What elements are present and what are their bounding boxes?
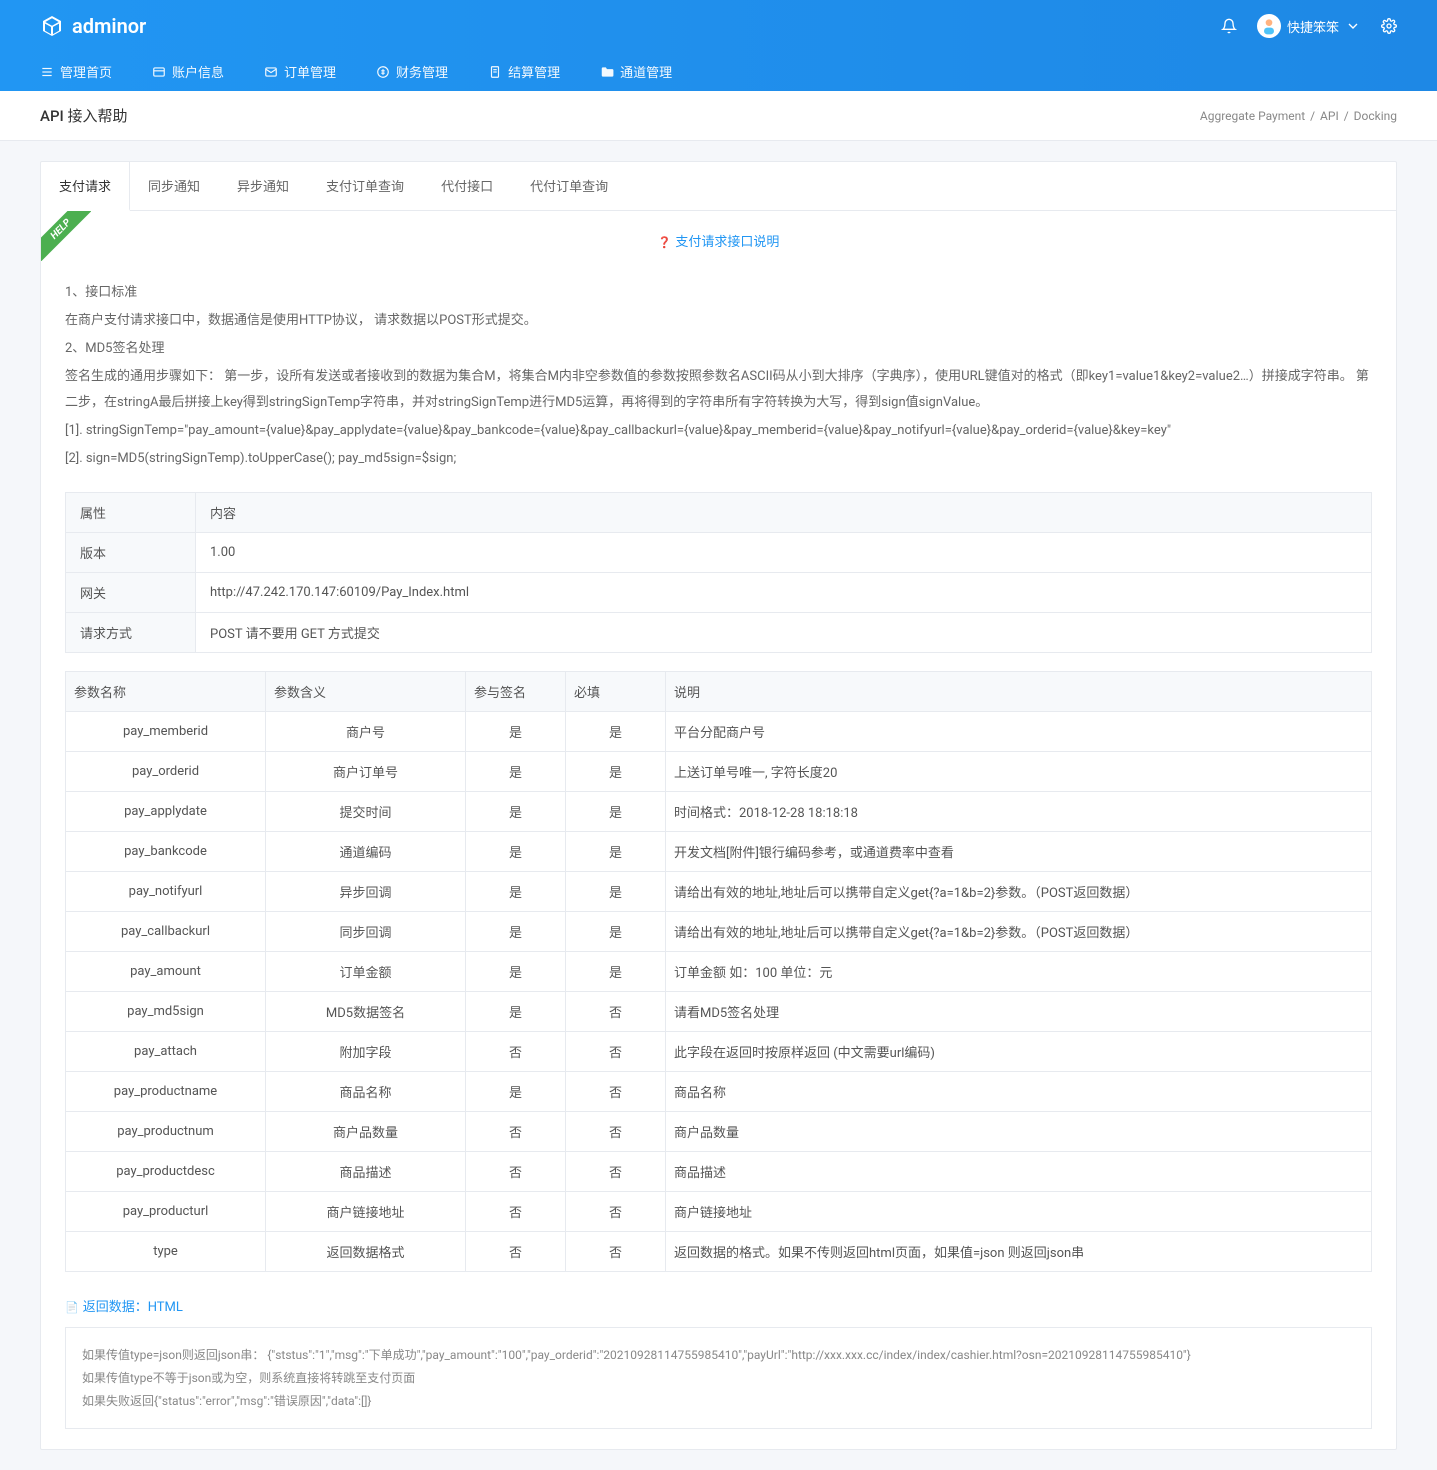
user-name: 快捷笨笨 <box>1287 17 1339 36</box>
tab-sync-notify[interactable]: 同步通知 <box>130 162 219 210</box>
description-block: 1、接口标准 在商户支付请求接口中，数据通信是使用HTTP协议， 请求数据以PO… <box>65 280 1372 472</box>
tab-pay-request[interactable]: 支付请求 <box>41 162 130 211</box>
app-header: adminor 快捷笨笨 管理首页 账户信息 订单管理 财务管理 结算管理 通道… <box>0 0 1437 91</box>
table-row: pay_applydate提交时间是是时间格式：2018-12-28 18:18… <box>66 792 1372 832</box>
return-data-label: 返回数据：HTML <box>65 1296 1372 1315</box>
page-title: API 接入帮助 <box>40 105 128 126</box>
table-row: pay_bankcode通道编码是是开发文档[附件]银行编码参考，或通道费率中查… <box>66 832 1372 872</box>
main-nav: 管理首页 账户信息 订单管理 财务管理 结算管理 通道管理 <box>0 52 1437 91</box>
table-row: pay_orderid商户订单号是是上送订单号唯一, 字符长度20 <box>66 752 1372 792</box>
table-row: pay_callbackurl同步回调是是请给出有效的地址,地址后可以携带自定义… <box>66 912 1372 952</box>
tab-daifu-query[interactable]: 代付订单查询 <box>512 162 627 210</box>
help-ribbon: HELP <box>41 211 91 261</box>
mail-icon <box>264 65 278 79</box>
nav-item-home[interactable]: 管理首页 <box>40 62 112 81</box>
params-table: 参数名称 参数含义 参与签名 必填 说明 pay_memberid商户号是是平台… <box>65 671 1372 1272</box>
nav-item-orders[interactable]: 订单管理 <box>264 62 336 81</box>
tab-async-notify[interactable]: 异步通知 <box>219 162 308 210</box>
avatar <box>1257 14 1281 38</box>
brand-text: adminor <box>72 14 146 38</box>
cube-icon <box>40 14 64 38</box>
return-data-box: 如果传值type=json则返回json串： {"ststus":"1","ms… <box>65 1327 1372 1429</box>
doc-icon <box>488 65 502 79</box>
table-row: pay_amount订单金额是是订单金额 如：100 单位：元 <box>66 952 1372 992</box>
info-table: 属性内容 版本1.00 网关http://47.242.170.147:6010… <box>65 492 1372 653</box>
table-row: pay_notifyurl异步回调是是请给出有效的地址,地址后可以携带自定义ge… <box>66 872 1372 912</box>
table-row: pay_memberid商户号是是平台分配商户号 <box>66 712 1372 752</box>
table-row: pay_producturl商户链接地址否否商户链接地址 <box>66 1192 1372 1232</box>
main-card: 支付请求 同步通知 异步通知 支付订单查询 代付接口 代付订单查询 HELP 支… <box>40 161 1397 1450</box>
chevron-down-icon <box>1345 18 1361 34</box>
table-row: pay_productnum商户品数量否否商户品数量 <box>66 1112 1372 1152</box>
nav-item-finance[interactable]: 财务管理 <box>376 62 448 81</box>
nav-item-settlement[interactable]: 结算管理 <box>488 62 560 81</box>
tab-daifu[interactable]: 代付接口 <box>423 162 512 210</box>
table-row: pay_productname商品名称是否商品名称 <box>66 1072 1372 1112</box>
nav-item-channel[interactable]: 通道管理 <box>600 62 672 81</box>
list-icon <box>40 65 54 79</box>
table-row: 版本1.00 <box>66 533 1372 573</box>
card-icon <box>152 65 166 79</box>
coin-icon <box>376 65 390 79</box>
tab-pay-query[interactable]: 支付订单查询 <box>308 162 423 210</box>
table-row: pay_attach附加字段否否此字段在返回时按原样返回 (中文需要url编码) <box>66 1032 1372 1072</box>
gear-icon[interactable] <box>1381 18 1397 34</box>
nav-item-account[interactable]: 账户信息 <box>152 62 224 81</box>
tab-bar: 支付请求 同步通知 异步通知 支付订单查询 代付接口 代付订单查询 <box>41 162 1396 211</box>
table-row: pay_md5signMD5数据签名是否请看MD5签名处理 <box>66 992 1372 1032</box>
page-bar: API 接入帮助 Aggregate PaymentAPIDocking <box>0 91 1437 141</box>
breadcrumb: Aggregate PaymentAPIDocking <box>1200 109 1397 123</box>
table-row: pay_productdesc商品描述否否商品描述 <box>66 1152 1372 1192</box>
folder-icon <box>600 65 614 79</box>
table-row: 请求方式POST 请不要用 GET 方式提交 <box>66 613 1372 653</box>
bell-icon[interactable] <box>1221 18 1237 34</box>
section-notice: 支付请求接口说明 <box>65 231 1372 250</box>
brand-logo[interactable]: adminor <box>40 14 146 38</box>
table-row: 网关http://47.242.170.147:60109/Pay_Index.… <box>66 573 1372 613</box>
user-menu[interactable]: 快捷笨笨 <box>1257 14 1361 38</box>
